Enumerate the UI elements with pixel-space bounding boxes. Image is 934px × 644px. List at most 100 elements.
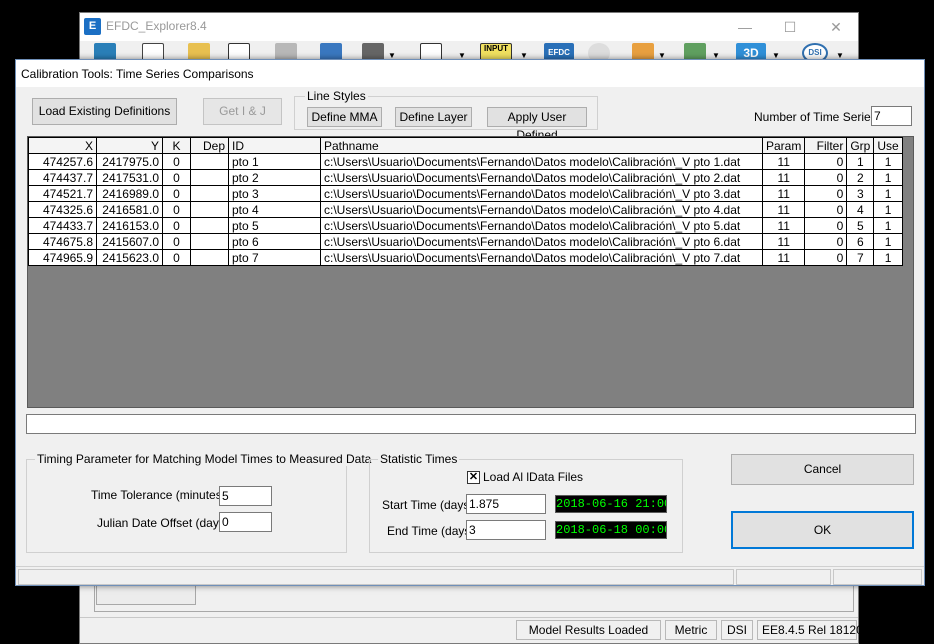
grid-cell-use[interactable]: 1 xyxy=(873,153,903,170)
grid-cell-param[interactable]: 11 xyxy=(761,233,806,250)
grid-cell-k[interactable]: 0 xyxy=(162,201,191,218)
grid-column-header[interactable]: Grp xyxy=(846,137,875,154)
grid-cell-filter[interactable]: 0 xyxy=(804,249,848,266)
grid-column-header[interactable]: Y xyxy=(96,137,163,154)
grid-cell-grp[interactable]: 6 xyxy=(846,233,875,250)
grid-cell-filter[interactable]: 0 xyxy=(804,201,848,218)
grid-cell-id[interactable]: pto 1 xyxy=(228,153,321,170)
load-definitions-button[interactable]: Load Existing Definitions xyxy=(32,98,177,125)
grid-cell-grp[interactable]: 1 xyxy=(846,153,875,170)
grid-cell-k[interactable]: 0 xyxy=(162,249,191,266)
grid-cell-x[interactable]: 474437.7 xyxy=(28,169,97,186)
grid-cell-k[interactable]: 0 xyxy=(162,233,191,250)
grid-cell-y[interactable]: 2416989.0 xyxy=(96,185,163,202)
grid-cell-y[interactable]: 2416581.0 xyxy=(96,201,163,218)
grid-cell-use[interactable]: 1 xyxy=(873,169,903,186)
apply-user-defined-button[interactable]: Apply User Defined xyxy=(487,107,587,142)
grid-cell-pathname[interactable]: c:\Users\Usuario\Documents\Fernando\Dato… xyxy=(320,201,763,218)
grid-cell-use[interactable]: 1 xyxy=(873,249,903,266)
grid-cell-pathname[interactable]: c:\Users\Usuario\Documents\Fernando\Dato… xyxy=(320,217,763,234)
grid-cell-grp[interactable]: 3 xyxy=(846,185,875,202)
grid-cell-grp[interactable]: 4 xyxy=(846,201,875,218)
grid-cell-pathname[interactable]: c:\Users\Usuario\Documents\Fernando\Dato… xyxy=(320,185,763,202)
grid-cell-pathname[interactable]: c:\Users\Usuario\Documents\Fernando\Dato… xyxy=(320,169,763,186)
grid-cell-id[interactable]: pto 7 xyxy=(228,249,321,266)
grid-cell-y[interactable]: 2416153.0 xyxy=(96,217,163,234)
grid-cell-id[interactable]: pto 3 xyxy=(228,185,321,202)
grid-cell-x[interactable]: 474325.6 xyxy=(28,201,97,218)
grid-cell-x[interactable]: 474521.7 xyxy=(28,185,97,202)
table-row[interactable]: 474521.7 2416989.0 0 pto 3 c:\Users\Usuario\… xyxy=(28,185,903,202)
grid-cell-pathname[interactable]: c:\Users\Usuario\Documents\Fernando\Dato… xyxy=(320,249,763,266)
grid-cell-grp[interactable]: 5 xyxy=(846,217,875,234)
grid-cell-filter[interactable]: 0 xyxy=(804,233,848,250)
load-all-checkbox[interactable]: ✕ xyxy=(467,471,480,484)
grid-cell-grp[interactable]: 7 xyxy=(846,249,875,266)
grid-cell-y[interactable]: 2417531.0 xyxy=(96,169,163,186)
grid-cell-param[interactable]: 11 xyxy=(761,169,806,186)
grid-column-header[interactable]: Pathname xyxy=(320,137,763,154)
table-row[interactable]: 474257.6 2417975.0 0 pto 1 c:\Users\Usuario\… xyxy=(28,153,903,170)
grid-cell-k[interactable]: 0 xyxy=(162,169,191,186)
grid-cell-dep[interactable] xyxy=(190,217,229,234)
grid-cell-use[interactable]: 1 xyxy=(873,201,903,218)
close-button[interactable]: ✕ xyxy=(821,17,851,37)
grid-cell-param[interactable]: 11 xyxy=(761,185,806,202)
grid-cell-y[interactable]: 2415623.0 xyxy=(96,249,163,266)
grid-cell-id[interactable]: pto 6 xyxy=(228,233,321,250)
grid-cell-id[interactable]: pto 4 xyxy=(228,201,321,218)
grid-cell-id[interactable]: pto 2 xyxy=(228,169,321,186)
grid-column-header[interactable]: Use xyxy=(873,137,903,154)
cancel-button[interactable]: Cancel xyxy=(731,454,914,485)
julian-offset-input[interactable]: 0 xyxy=(219,512,272,532)
grid-cell-param[interactable]: 11 xyxy=(761,249,806,266)
end-time-input[interactable]: 3 xyxy=(466,520,546,540)
grid-cell-param[interactable]: 11 xyxy=(761,201,806,218)
grid-cell-filter[interactable]: 0 xyxy=(804,153,848,170)
grid-cell-filter[interactable]: 0 xyxy=(804,169,848,186)
grid-cell-use[interactable]: 1 xyxy=(873,185,903,202)
grid-cell-x[interactable]: 474433.7 xyxy=(28,217,97,234)
table-row[interactable]: 474675.8 2415607.0 0 pto 6 c:\Users\Usuario\… xyxy=(28,233,903,250)
grid-column-header[interactable]: ID xyxy=(228,137,321,154)
grid-cell-dep[interactable] xyxy=(190,153,229,170)
grid-column-header[interactable]: K xyxy=(162,137,191,154)
grid-cell-k[interactable]: 0 xyxy=(162,185,191,202)
grid-cell-param[interactable]: 11 xyxy=(761,153,806,170)
grid-cell-id[interactable]: pto 5 xyxy=(228,217,321,234)
grid-cell-y[interactable]: 2415607.0 xyxy=(96,233,163,250)
grid-cell-y[interactable]: 2417975.0 xyxy=(96,153,163,170)
maximize-button[interactable]: ☐ xyxy=(775,17,805,37)
get-ij-button[interactable]: Get I & J xyxy=(203,98,282,125)
table-row[interactable]: 474433.7 2416153.0 0 pto 5 c:\Users\Usuario\… xyxy=(28,217,903,234)
minimize-button[interactable]: — xyxy=(730,17,760,37)
define-mma-button[interactable]: Define MMA xyxy=(307,107,382,127)
grid-cell-grp[interactable]: 2 xyxy=(846,169,875,186)
grid-cell-use[interactable]: 1 xyxy=(873,233,903,250)
grid-column-header[interactable]: X xyxy=(28,137,97,154)
start-time-input[interactable]: 1.875 xyxy=(466,494,546,514)
grid-cell-use[interactable]: 1 xyxy=(873,217,903,234)
table-row[interactable]: 474965.9 2415623.0 0 pto 7 c:\Users\Usuario\… xyxy=(28,249,903,266)
table-row[interactable]: 474437.7 2417531.0 0 pto 2 c:\Users\Usuario\… xyxy=(28,169,903,186)
grid-cell-dep[interactable] xyxy=(190,249,229,266)
grid-column-header[interactable]: Param xyxy=(761,137,806,154)
grid-cell-dep[interactable] xyxy=(190,169,229,186)
main-panel-button[interactable] xyxy=(96,583,196,605)
grid-column-header[interactable]: Dep xyxy=(190,137,229,154)
grid-cell-dep[interactable] xyxy=(190,185,229,202)
grid-cell-x[interactable]: 474965.9 xyxy=(28,249,97,266)
grid-cell-filter[interactable]: 0 xyxy=(804,185,848,202)
grid-cell-x[interactable]: 474257.6 xyxy=(28,153,97,170)
grid-cell-param[interactable]: 11 xyxy=(761,217,806,234)
define-layer-button[interactable]: Define Layer xyxy=(395,107,472,127)
grid-column-header[interactable]: Filter xyxy=(804,137,848,154)
num-series-input[interactable]: 7 xyxy=(871,106,912,126)
grid-cell-k[interactable]: 0 xyxy=(162,153,191,170)
table-row[interactable]: 474325.6 2416581.0 0 pto 4 c:\Users\Usuario\… xyxy=(28,201,903,218)
grid-cell-dep[interactable] xyxy=(190,233,229,250)
grid-cell-x[interactable]: 474675.8 xyxy=(28,233,97,250)
ok-button[interactable]: OK xyxy=(731,511,914,549)
grid-cell-pathname[interactable]: c:\Users\Usuario\Documents\Fernando\Dato… xyxy=(320,153,763,170)
time-tolerance-input[interactable]: 5 xyxy=(219,486,272,506)
